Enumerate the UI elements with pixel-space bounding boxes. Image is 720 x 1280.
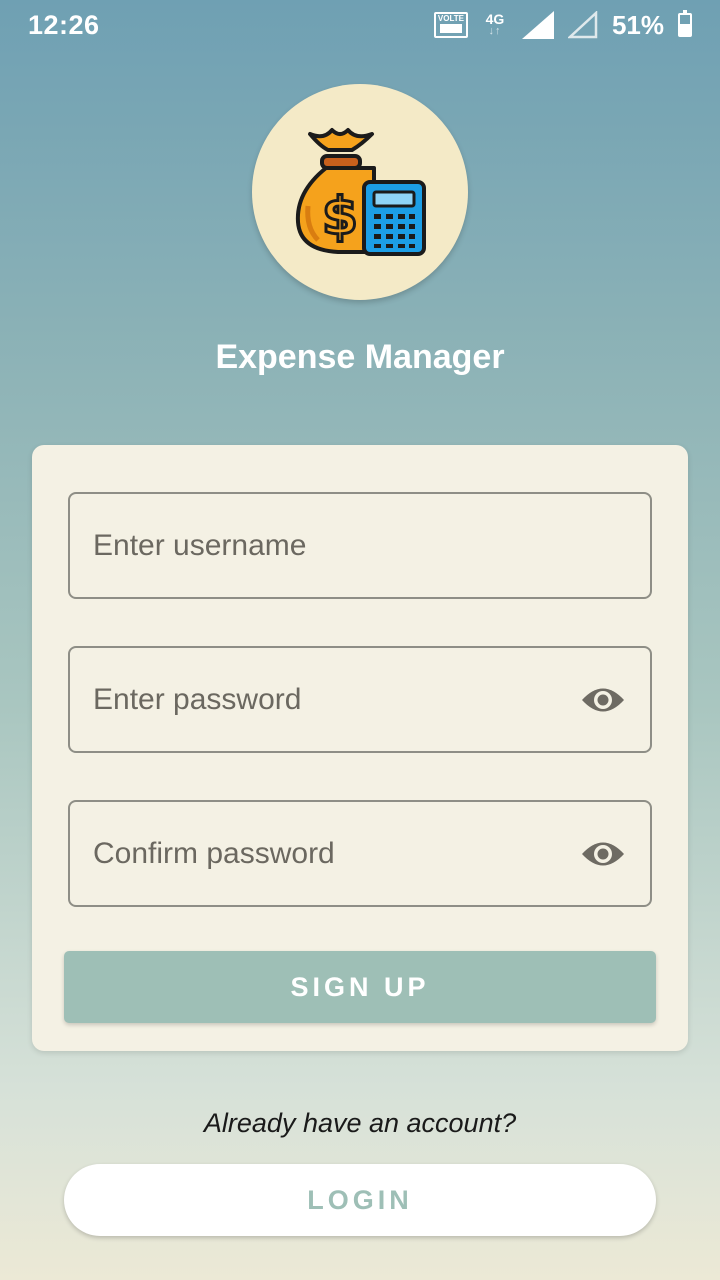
eye-icon[interactable] xyxy=(580,683,626,717)
status-bar: 12:26 VOLTE 4G ↓↑ 51% xyxy=(0,0,720,50)
status-icons: VOLTE 4G ↓↑ 51% xyxy=(433,9,692,41)
app-title: Expense Manager xyxy=(215,338,505,376)
battery-icon xyxy=(678,10,692,37)
signup-card: Enter username Enter password Confirm pa… xyxy=(32,445,688,1051)
confirm-password-placeholder: Confirm password xyxy=(93,836,335,870)
volte-icon: VOLTE xyxy=(433,12,468,38)
signal-empty-icon xyxy=(567,11,598,39)
username-placeholder: Enter username xyxy=(93,528,307,562)
password-placeholder: Enter password xyxy=(93,682,302,716)
password-field[interactable]: Enter password xyxy=(68,646,652,753)
eye-icon[interactable] xyxy=(580,837,626,871)
network-label: 4G xyxy=(485,11,505,27)
login-button[interactable]: LOGIN xyxy=(64,1164,656,1236)
signup-button[interactable]: SIGN UP xyxy=(64,951,656,1023)
app-logo: $ xyxy=(252,84,468,300)
already-have-account-text: Already have an account? xyxy=(203,1108,517,1138)
money-bag-calculator-icon: $ xyxy=(295,128,426,256)
volte-label: VOLTE xyxy=(437,14,464,23)
signal-full-icon xyxy=(521,11,554,39)
status-time: 12:26 xyxy=(28,10,100,40)
username-field[interactable]: Enter username xyxy=(68,492,652,599)
confirm-password-field[interactable]: Confirm password xyxy=(68,800,652,907)
network-4g-icon: 4G ↓↑ xyxy=(482,11,508,37)
svg-text:$: $ xyxy=(322,187,358,247)
battery-percent: 51% xyxy=(611,9,664,40)
